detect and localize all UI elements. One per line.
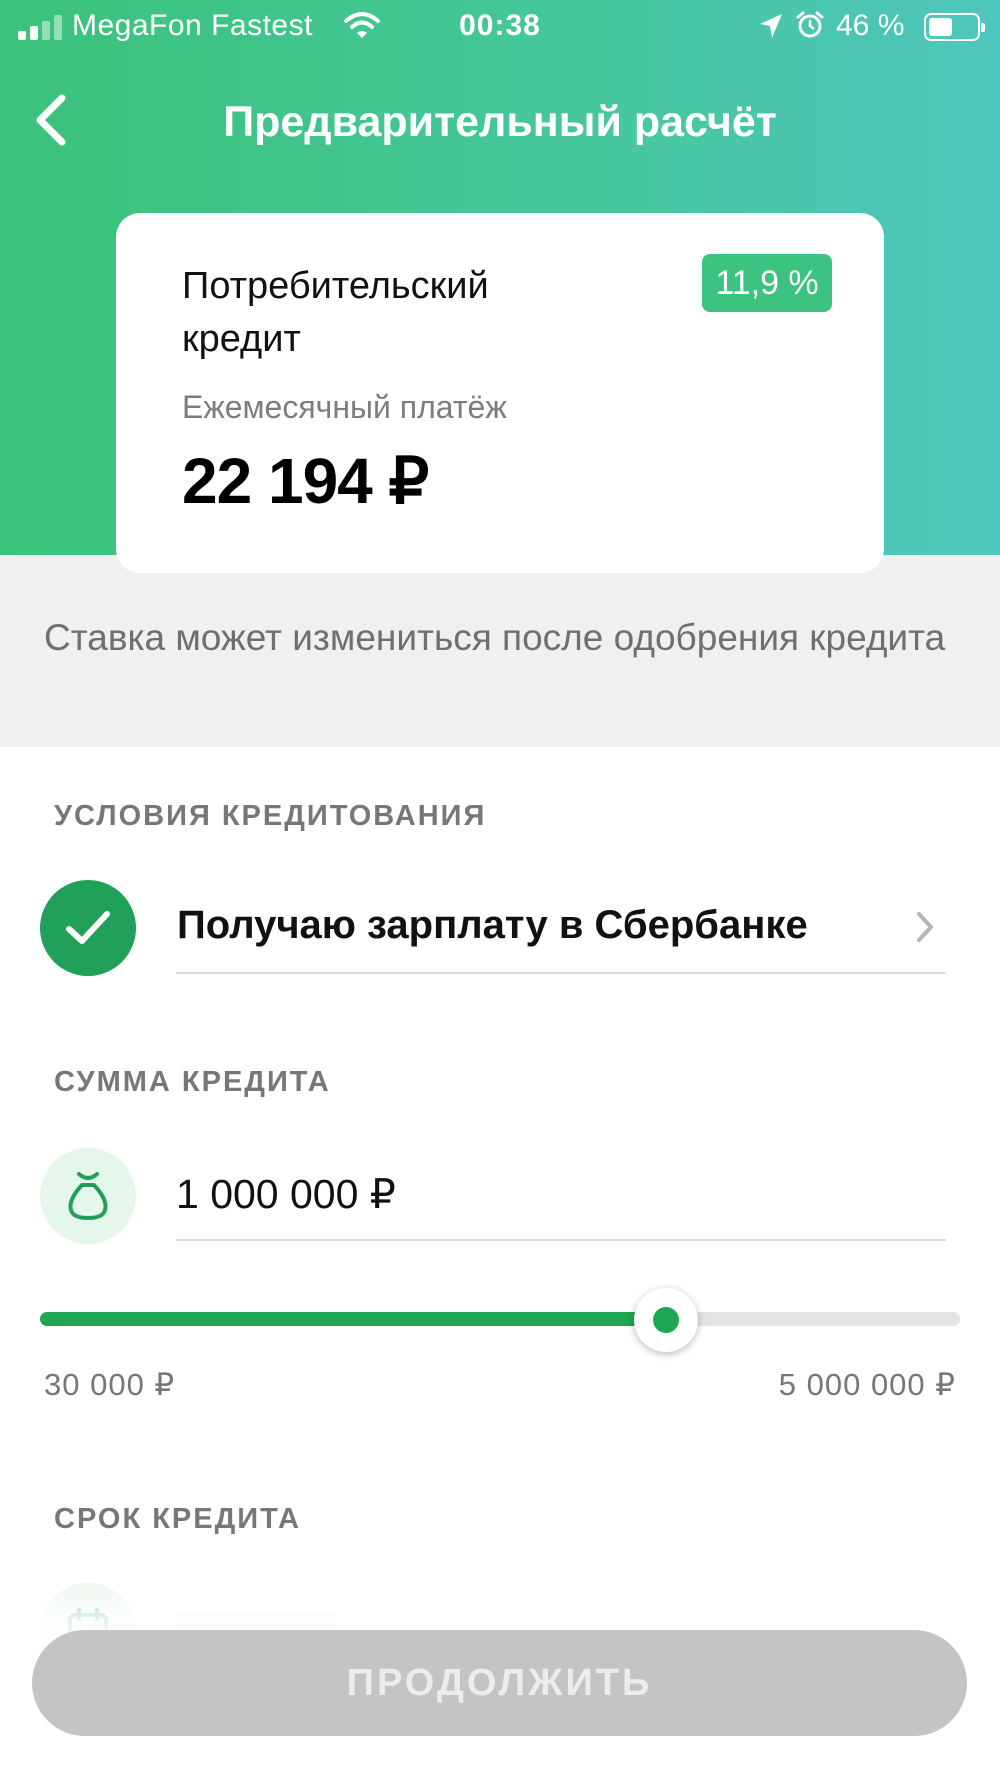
check-icon xyxy=(66,911,110,944)
section-title-amount: СУММА КРЕДИТА xyxy=(54,1066,331,1098)
slider-max-label: 5 000 000 ₽ xyxy=(778,1367,956,1402)
page-title: Предварительный расчёт xyxy=(223,98,777,146)
money-bag-icon xyxy=(68,1172,108,1220)
loan-amount-input[interactable]: 1 000 000 ₽ xyxy=(176,1170,396,1218)
rate-notice-text: Ставка может измениться после одобрения … xyxy=(44,617,946,658)
checkbox-checked[interactable] xyxy=(40,880,136,976)
alarm-icon xyxy=(796,11,824,38)
loan-amount-slider[interactable] xyxy=(40,1288,960,1352)
status-bar: MegaFon Fastest 00:38 46 % xyxy=(0,0,1000,54)
continue-button[interactable]: ПРОДОЛЖИТЬ xyxy=(32,1630,967,1736)
location-arrow-icon xyxy=(760,14,782,38)
rate-badge: 11,9 % xyxy=(702,254,832,312)
monthly-payment-label: Ежемесячный платёж xyxy=(182,389,507,425)
slider-min-label: 30 000 ₽ xyxy=(44,1367,176,1402)
slider-fill xyxy=(40,1312,666,1326)
slider-thumb[interactable] xyxy=(633,1288,698,1352)
salary-option[interactable]: Получаю зарплату в Сбербанке xyxy=(0,880,1000,976)
salary-option-label: Получаю зарплату в Сбербанке xyxy=(177,903,808,947)
chevron-right-icon xyxy=(917,912,933,942)
money-bag-icon-circle xyxy=(40,1148,136,1244)
divider xyxy=(176,972,946,974)
loan-product-title: Потребительский кредит xyxy=(182,265,489,360)
monthly-payment-value: 22 194 ₽ xyxy=(182,445,429,517)
battery-percent: 46 % xyxy=(836,9,905,42)
divider xyxy=(176,1239,946,1241)
section-title-term: СРОК КРЕДИТА xyxy=(54,1503,301,1535)
rate-notice: Ставка может измениться после одобрения … xyxy=(0,555,1000,747)
battery-icon xyxy=(924,13,985,41)
loan-summary-card: Потребительский кредит 11,9 % Ежемесячны… xyxy=(116,213,884,573)
section-title-conditions: УСЛОВИЯ КРЕДИТОВАНИЯ xyxy=(54,800,487,832)
